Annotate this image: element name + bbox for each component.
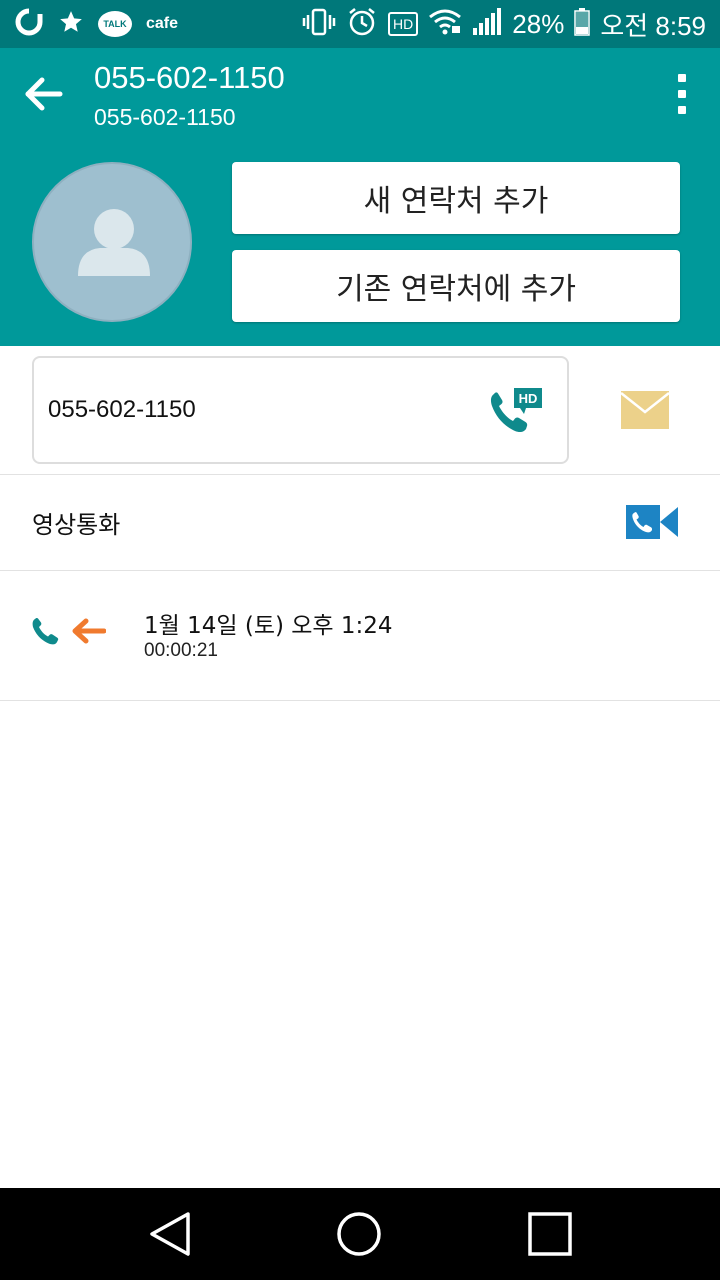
page-title: 055-602-1150	[94, 60, 285, 95]
cafe-label: cafe	[146, 15, 179, 32]
kakaotalk-icon: TALK	[98, 11, 132, 37]
page-subtitle: 055-602-1150	[94, 104, 236, 130]
vibrate-icon	[302, 7, 336, 41]
phone-number-field[interactable]: 055-602-1150 HD	[32, 356, 569, 464]
message-button[interactable]	[620, 390, 670, 430]
add-new-contact-button[interactable]: 새 연락처 추가	[232, 162, 680, 234]
divider	[0, 570, 720, 571]
alarm-icon	[346, 6, 378, 42]
video-call-button[interactable]	[626, 505, 678, 539]
contact-header: 055-602-1150 055-602-1150 새 연락처 추가 기존 연락…	[0, 48, 720, 346]
back-button[interactable]	[18, 72, 70, 116]
more-options-button[interactable]	[674, 74, 690, 114]
nav-back-button[interactable]	[142, 1208, 198, 1260]
divider	[0, 700, 720, 701]
hd-phone-icon: HD	[490, 388, 542, 433]
arrow-left-icon	[25, 77, 63, 111]
navigation-bar	[0, 1188, 720, 1280]
incoming-arrow-icon	[72, 618, 106, 644]
nav-recent-button[interactable]	[522, 1208, 578, 1260]
hd-voice-icon: HD	[388, 12, 419, 36]
square-recent-icon	[528, 1212, 572, 1256]
battery-percent: 28%	[512, 8, 565, 39]
wifi-icon	[428, 8, 462, 40]
person-icon	[78, 209, 150, 276]
phone-icon	[32, 617, 59, 645]
phone-number: 055-602-1150	[48, 396, 196, 423]
star-icon	[58, 9, 84, 39]
more-vert-icon	[678, 74, 686, 82]
add-to-existing-contact-button[interactable]: 기존 연락처에 추가	[232, 250, 680, 322]
signal-icon	[472, 8, 502, 40]
video-call-label[interactable]: 영상통화	[32, 505, 120, 540]
hd-call-button[interactable]: HD	[488, 386, 544, 436]
battery-icon	[574, 8, 591, 40]
hd-badge: HD	[519, 391, 538, 406]
divider	[0, 474, 720, 475]
circle-home-icon	[337, 1212, 381, 1256]
olleh-icon	[14, 8, 44, 40]
avatar[interactable]	[32, 162, 192, 322]
clock: 오전 8:59	[600, 10, 706, 41]
video-call-icon	[626, 505, 678, 539]
triangle-back-icon	[150, 1212, 190, 1256]
call-log-type	[30, 612, 110, 650]
nav-home-button[interactable]	[331, 1208, 387, 1260]
envelope-icon	[620, 391, 670, 429]
call-log-date[interactable]: 1월 14일 (토) 오후 1:24	[144, 606, 393, 640]
status-bar: TALK cafe HD 28% 오전 8:59	[0, 0, 720, 48]
call-log-duration: 00:00:21	[144, 640, 218, 661]
